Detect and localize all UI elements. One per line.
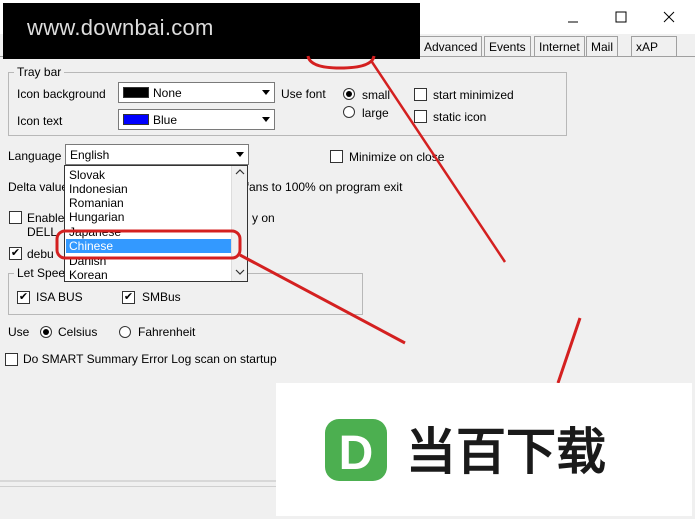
language-option-indonesian[interactable]: Indonesian xyxy=(69,182,128,196)
language-dropdown-list[interactable]: Slovak Indonesian Romanian Hungarian Jap… xyxy=(64,165,248,282)
logo-text: 当百下载 xyxy=(406,423,606,481)
use-font-label: Use font xyxy=(281,87,326,101)
enable-checkbox[interactable] xyxy=(9,211,22,224)
dell-label: DELL xyxy=(27,225,58,239)
language-option-korean[interactable]: Korean xyxy=(69,268,108,281)
language-label: Language xyxy=(8,149,62,163)
minimize-icon xyxy=(568,21,578,23)
tray-bar-group xyxy=(8,72,567,136)
static-icon-label: static icon xyxy=(433,110,487,124)
maximize-button[interactable] xyxy=(598,4,644,30)
font-large-radio[interactable] xyxy=(343,106,355,118)
icon-text-value: Blue xyxy=(153,113,178,127)
watermark-banner: www.downbai.com xyxy=(3,3,420,59)
tab-advanced[interactable]: Advanced xyxy=(419,36,483,56)
fahrenheit-label: Fahrenheit xyxy=(138,325,196,339)
tab-internet[interactable]: Internet xyxy=(534,36,585,56)
icon-background-select[interactable]: None xyxy=(118,82,275,103)
chevron-down-icon xyxy=(231,145,248,164)
debug-label: debu xyxy=(27,247,54,261)
language-option-japanese[interactable]: Japanese xyxy=(69,225,121,239)
color-swatch xyxy=(123,87,149,98)
let-speed-label: Let Spee xyxy=(14,266,69,280)
status-bar xyxy=(0,486,276,516)
tab-events[interactable]: Events xyxy=(484,36,531,56)
close-button[interactable] xyxy=(646,4,692,30)
delta-value-label: Delta value xyxy=(8,180,69,194)
use-label: Use xyxy=(8,325,30,339)
tab-mail[interactable]: Mail xyxy=(586,36,619,56)
smbus-checkbox[interactable]: ✔ xyxy=(122,291,135,304)
status-divider xyxy=(0,480,276,482)
static-icon-checkbox[interactable] xyxy=(414,110,427,123)
font-small-radio[interactable] xyxy=(343,88,355,100)
color-swatch xyxy=(123,114,149,125)
icon-background-value: None xyxy=(153,86,182,100)
fans-exit-label: t fans to 100% on program exit xyxy=(239,180,403,194)
enable-label-tail: y on xyxy=(252,211,275,225)
icon-background-label: Icon background xyxy=(17,87,106,101)
enable-label: Enable xyxy=(27,211,65,225)
start-minimized-label: start minimized xyxy=(433,88,514,102)
logo-letter: D xyxy=(339,427,374,480)
smbus-label: SMBus xyxy=(142,290,181,304)
celsius-radio[interactable] xyxy=(40,326,52,338)
smart-scan-checkbox[interactable] xyxy=(5,353,18,366)
start-minimized-checkbox[interactable] xyxy=(414,88,427,101)
logo-panel: D 当百下载 xyxy=(276,383,692,516)
isa-bus-label: ISA BUS xyxy=(36,290,83,304)
dropdown-scrollbar[interactable] xyxy=(231,166,247,281)
maximize-icon xyxy=(615,11,627,23)
smart-scan-label: Do SMART Summary Error Log scan on start… xyxy=(23,352,277,366)
language-option-slovak[interactable]: Slovak xyxy=(69,168,105,182)
font-small-label: small xyxy=(362,88,391,102)
downbai-logo: D 当百下载 xyxy=(325,419,606,481)
language-option-chinese[interactable]: Chinese xyxy=(66,239,231,253)
isa-bus-checkbox[interactable]: ✔ xyxy=(17,291,30,304)
debug-checkbox[interactable]: ✔ xyxy=(9,247,22,260)
font-large-label: large xyxy=(362,106,389,120)
language-option-romanian[interactable]: Romanian xyxy=(69,196,124,210)
icon-text-select[interactable]: Blue xyxy=(118,109,275,130)
tray-bar-label: Tray bar xyxy=(14,65,65,79)
tab-xap[interactable]: xAP xyxy=(631,36,677,56)
minimize-on-close-label: Minimize on close xyxy=(349,150,445,164)
minimize-on-close-checkbox[interactable] xyxy=(330,150,343,163)
fahrenheit-radio[interactable] xyxy=(119,326,131,338)
close-icon xyxy=(663,11,675,23)
scrollbar-arrows-icon xyxy=(235,169,245,275)
language-option-danish[interactable]: Danish xyxy=(69,254,106,268)
icon-text-label: Icon text xyxy=(17,114,63,128)
language-value: English xyxy=(70,148,110,162)
language-select[interactable]: English xyxy=(65,144,249,165)
chevron-down-icon xyxy=(257,110,274,129)
minimize-button[interactable] xyxy=(550,4,596,30)
language-option-hungarian[interactable]: Hungarian xyxy=(69,210,124,224)
chevron-down-icon xyxy=(257,83,274,102)
celsius-label: Celsius xyxy=(58,325,98,339)
